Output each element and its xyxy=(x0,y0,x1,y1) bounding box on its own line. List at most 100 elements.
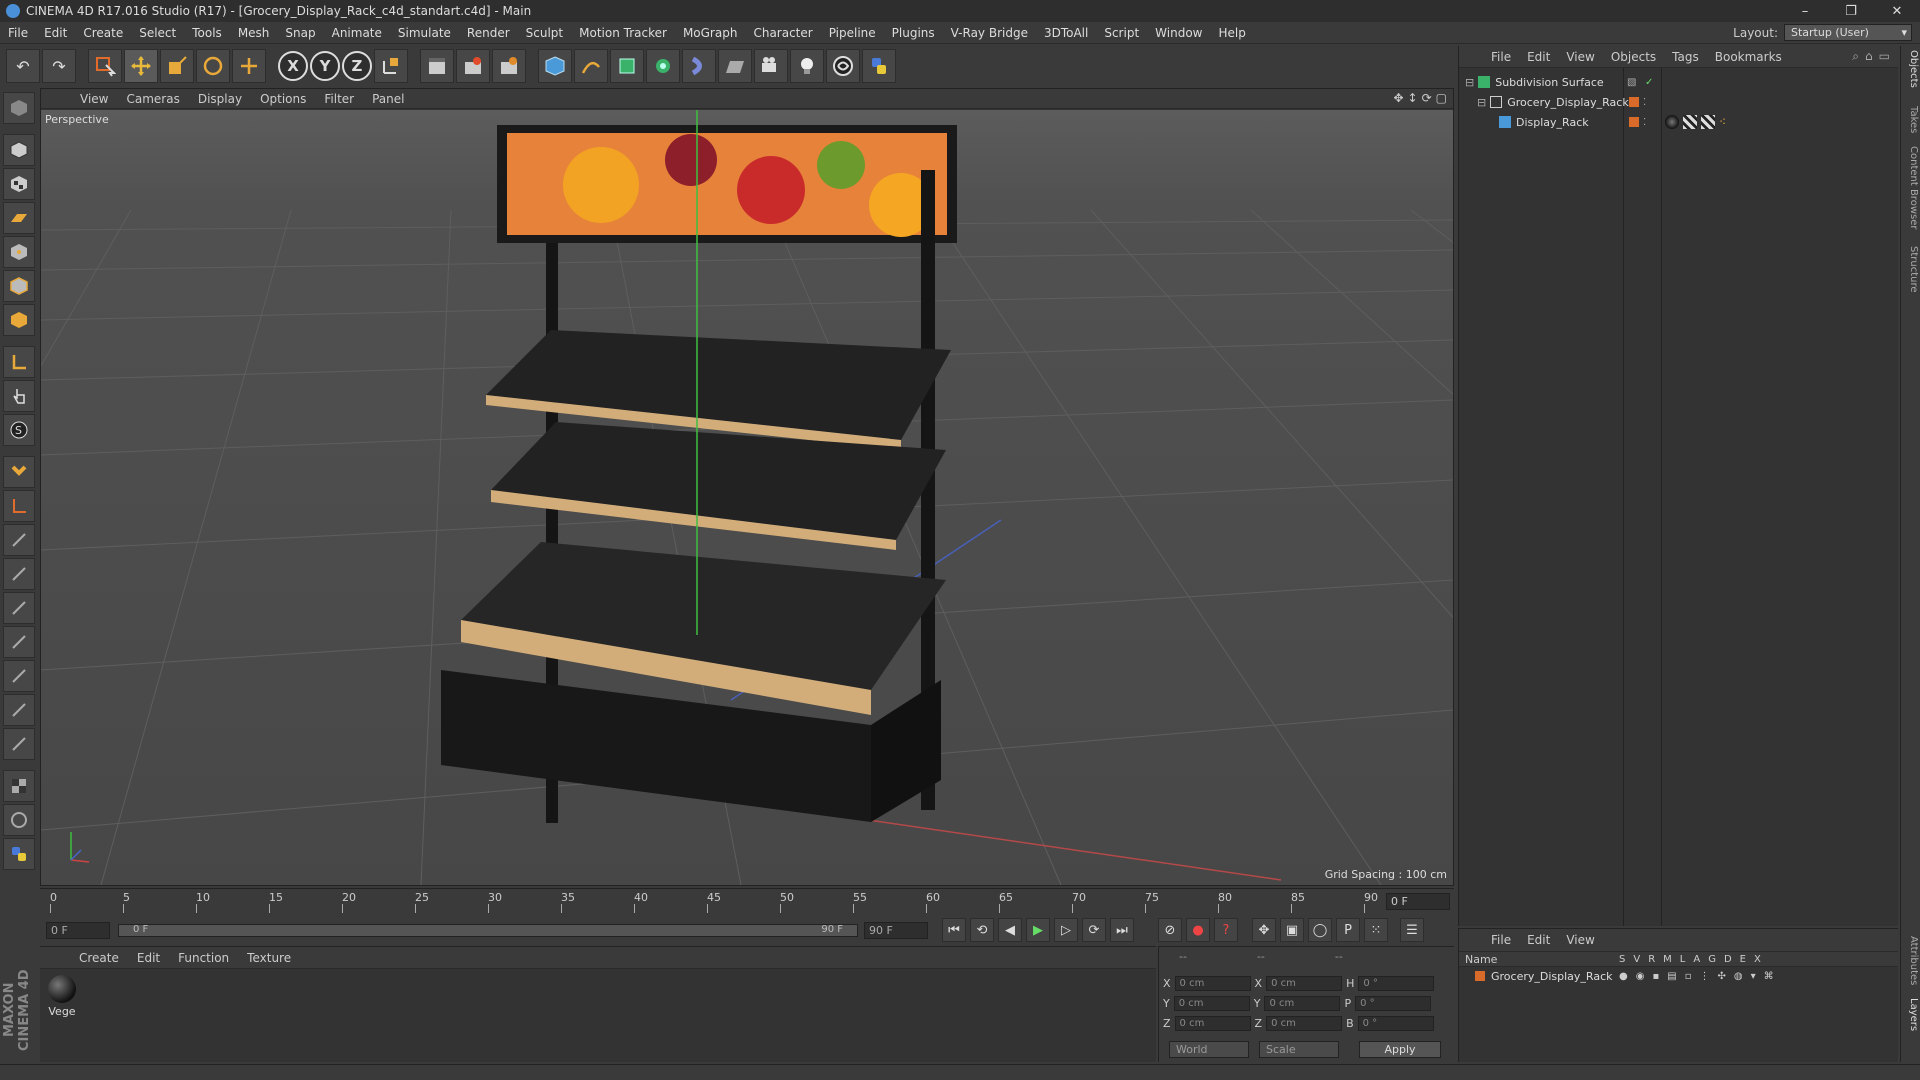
object-menu-bookmarks[interactable]: Bookmarks xyxy=(1707,50,1790,64)
visibility-dots-icon[interactable]: ⁚ xyxy=(1643,97,1646,108)
material-menu-function[interactable]: Function xyxy=(169,951,238,965)
python-icon[interactable] xyxy=(862,49,896,83)
camera-icon[interactable] xyxy=(754,49,788,83)
deformer-icon[interactable] xyxy=(682,49,716,83)
points-mode-icon[interactable] xyxy=(3,236,35,268)
dolly-icon[interactable]: ↕ xyxy=(1408,91,1418,105)
subdivision-surface-icon[interactable] xyxy=(610,49,644,83)
render-picture-viewer-icon[interactable] xyxy=(456,49,490,83)
layout-dropdown[interactable]: Startup (User) xyxy=(1784,24,1912,41)
collapse-toggle-icon[interactable]: ⊟ xyxy=(1465,76,1474,89)
render-icon[interactable]: ▪ xyxy=(1652,971,1659,982)
layer-menu-edit[interactable]: Edit xyxy=(1519,933,1558,947)
3d-viewport[interactable]: Perspective Grid Spacing : 100 cm xyxy=(41,110,1453,885)
generator-icon[interactable]: ✣ xyxy=(1717,971,1725,982)
menu-sculpt[interactable]: Sculpt xyxy=(518,26,571,40)
sculpt-pull-icon[interactable] xyxy=(3,558,35,590)
joint-icon[interactable] xyxy=(3,490,35,522)
viewport-menu-cameras[interactable]: Cameras xyxy=(117,92,188,106)
z-axis-lock-button[interactable]: Z xyxy=(342,51,372,81)
size-x-field[interactable]: 0 cm xyxy=(1266,976,1343,991)
menu-help[interactable]: Help xyxy=(1210,26,1253,40)
texture-mode-icon[interactable] xyxy=(3,168,35,200)
search-icon[interactable]: ⌕ xyxy=(1852,49,1859,64)
coordinate-system-icon[interactable] xyxy=(374,49,408,83)
viewport-menu-panel[interactable]: Panel xyxy=(363,92,413,106)
visibility-toggle-icon[interactable]: ▧ xyxy=(1627,77,1636,88)
transform-tool-icon[interactable] xyxy=(232,49,266,83)
rotation-h-field[interactable]: 0 ° xyxy=(1358,976,1435,991)
material-item[interactable]: Vege xyxy=(44,975,80,1018)
rotation-b-field[interactable]: 0 ° xyxy=(1357,1016,1434,1031)
view-eye-icon[interactable]: ◉ xyxy=(1636,971,1645,982)
redo-button[interactable]: ↷ xyxy=(42,49,76,83)
floor-icon[interactable] xyxy=(718,49,752,83)
object-menu-view[interactable]: View xyxy=(1558,50,1602,64)
workplane-mode-icon[interactable] xyxy=(3,202,35,234)
layer-row[interactable]: Grocery_Display_Rack ● ◉ ▪ ▤ ▫ ⋮ ✣ ◍ ▾ ⌘ xyxy=(1459,967,1898,985)
tab-structure[interactable]: Structure xyxy=(1903,246,1919,293)
play-icon[interactable]: ▶ xyxy=(1026,918,1050,942)
render-settings-icon[interactable] xyxy=(492,49,526,83)
menu-select[interactable]: Select xyxy=(131,26,184,40)
cube-primitive-icon[interactable] xyxy=(538,49,572,83)
layer-menu-file[interactable]: File xyxy=(1483,933,1519,947)
menu-snap[interactable]: Snap xyxy=(277,26,323,40)
key-pla-icon[interactable]: ⁙ xyxy=(1364,918,1388,942)
previous-key-icon[interactable]: ⟲ xyxy=(970,918,994,942)
layer-color-swatch[interactable] xyxy=(1629,97,1639,107)
sculpt-smooth-icon[interactable] xyxy=(3,592,35,624)
go-to-start-icon[interactable]: ⏮ xyxy=(942,918,966,942)
menu-edit[interactable]: Edit xyxy=(36,26,75,40)
close-button[interactable]: ✕ xyxy=(1874,0,1920,22)
menu-motion-tracker[interactable]: Motion Tracker xyxy=(571,26,675,40)
timeline-ruler[interactable]: 0 5 10 15 20 25 30 35 40 45 50 55 60 65 … xyxy=(40,888,1454,914)
apply-button[interactable]: Apply xyxy=(1359,1041,1441,1058)
tab-content-browser[interactable]: Content Browser xyxy=(1903,146,1919,229)
object-row-subdivision-surface[interactable]: ⊟ Subdivision Surface ▧ ✓ xyxy=(1459,72,1899,92)
menu-create[interactable]: Create xyxy=(75,26,131,40)
object-menu-edit[interactable]: Edit xyxy=(1519,50,1558,64)
edges-mode-icon[interactable] xyxy=(3,270,35,302)
next-frame-icon[interactable]: ▷ xyxy=(1054,918,1078,942)
render-view-icon[interactable] xyxy=(420,49,454,83)
menu-vray-bridge[interactable]: V-Ray Bridge xyxy=(943,26,1036,40)
array-icon[interactable] xyxy=(646,49,680,83)
next-key-icon[interactable]: ⟳ xyxy=(1082,918,1106,942)
spline-pen-icon[interactable] xyxy=(574,49,608,83)
tab-attributes[interactable]: Attributes xyxy=(1903,936,1919,985)
layer-color-swatch[interactable] xyxy=(1475,971,1485,981)
menu-script[interactable]: Script xyxy=(1096,26,1147,40)
solo-dot-icon[interactable]: ● xyxy=(1619,971,1628,982)
layer-color-swatch[interactable] xyxy=(1629,117,1639,127)
rotation-p-field[interactable]: 0 ° xyxy=(1355,996,1432,1011)
record-keys-disabled-icon[interactable]: ⊘ xyxy=(1158,918,1182,942)
collapse-toggle-icon[interactable]: ⊟ xyxy=(1477,96,1486,109)
material-menu-edit[interactable]: Edit xyxy=(128,951,169,965)
menu-pipeline[interactable]: Pipeline xyxy=(821,26,884,40)
tab-layers[interactable]: Layers xyxy=(1903,998,1919,1031)
model-mode-icon[interactable] xyxy=(3,134,35,166)
live-selection-icon[interactable] xyxy=(88,49,122,83)
scale-tool-icon[interactable] xyxy=(160,49,194,83)
key-scale-icon[interactable]: ▣ xyxy=(1280,918,1304,942)
home-icon[interactable]: ⌂ xyxy=(1865,49,1873,64)
sculpt-flatten-icon[interactable] xyxy=(3,626,35,658)
object-menu-file[interactable]: File xyxy=(1483,50,1519,64)
material-menu-create[interactable]: Create xyxy=(70,951,128,965)
menu-3dtoall[interactable]: 3DToAll xyxy=(1036,26,1096,40)
key-position-icon[interactable]: ✥ xyxy=(1252,918,1276,942)
position-z-field[interactable]: 0 cm xyxy=(1174,1016,1251,1031)
grid-lock-icon[interactable] xyxy=(3,770,35,802)
sculpt-mask-icon[interactable] xyxy=(3,728,35,760)
enabled-check-icon[interactable]: ✓ xyxy=(1645,77,1653,88)
menu-animate[interactable]: Animate xyxy=(324,26,390,40)
manager-icon[interactable]: ▤ xyxy=(1667,971,1676,982)
sculpt-brush-icon[interactable] xyxy=(3,524,35,556)
sculpt-inflate-icon[interactable] xyxy=(3,660,35,692)
menu-plugins[interactable]: Plugins xyxy=(884,26,943,40)
tab-objects[interactable]: Objects xyxy=(1903,50,1919,88)
viewport-menu-filter[interactable]: Filter xyxy=(315,92,363,106)
viewport-menu-options[interactable]: Options xyxy=(251,92,315,106)
tweak-mode-icon[interactable] xyxy=(3,380,35,412)
